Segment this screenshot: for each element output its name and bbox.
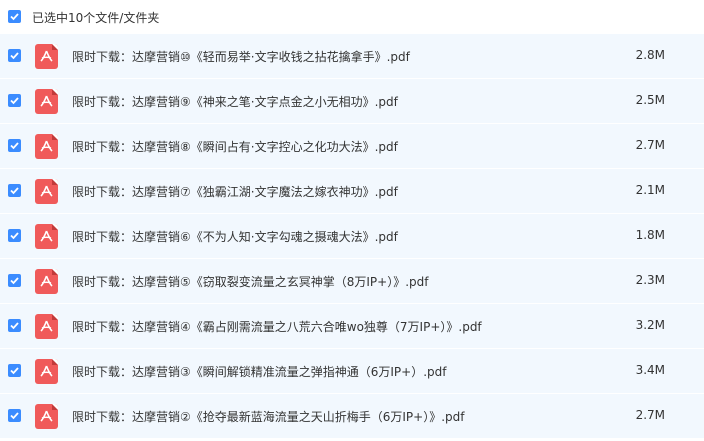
file-name[interactable]: 限时下载：达摩营销⑩《轻而易举·文字收钱之拈花擒拿手》.pdf bbox=[72, 48, 410, 65]
file-row[interactable]: 限时下载：达摩营销②《抢夺最新蓝海流量之天山折梅手（6万IP+）》.pdf 2.… bbox=[0, 394, 704, 439]
check-icon bbox=[10, 142, 19, 150]
file-checkbox[interactable] bbox=[8, 364, 21, 377]
check-icon bbox=[10, 277, 19, 285]
pdf-file-icon bbox=[35, 314, 58, 339]
file-name[interactable]: 限时下载：达摩营销⑦《独霸江湖·文字魔法之嫁衣神功》.pdf bbox=[72, 183, 398, 200]
file-size: 1.8M bbox=[635, 228, 665, 242]
file-row[interactable]: 限时下载：达摩营销⑩《轻而易举·文字收钱之拈花擒拿手》.pdf 2.8M bbox=[0, 34, 704, 79]
file-checkbox[interactable] bbox=[8, 184, 21, 197]
file-checkbox[interactable] bbox=[8, 139, 21, 152]
file-row[interactable]: 限时下载：达摩营销⑥《不为人知·文字勾魂之摄魂大法》.pdf 1.8M bbox=[0, 214, 704, 259]
check-icon bbox=[10, 13, 19, 21]
file-name[interactable]: 限时下载：达摩营销⑧《瞬间占有·文字控心之化功大法》.pdf bbox=[72, 138, 398, 155]
file-checkbox[interactable] bbox=[8, 229, 21, 242]
file-name[interactable]: 限时下载：达摩营销④《霸占刚需流量之八荒六合唯wo独尊（7万IP+）》.pdf bbox=[72, 318, 482, 335]
file-size: 2.1M bbox=[635, 183, 665, 197]
check-icon bbox=[10, 232, 19, 240]
check-icon bbox=[10, 187, 19, 195]
file-size: 2.7M bbox=[635, 408, 665, 422]
pdf-file-icon bbox=[35, 44, 58, 69]
file-row[interactable]: 限时下载：达摩营销⑤《窃取裂变流量之玄冥神掌（8万IP+）》.pdf 2.3M bbox=[0, 259, 704, 304]
check-icon bbox=[10, 52, 19, 60]
check-icon bbox=[10, 412, 19, 420]
check-icon bbox=[10, 367, 19, 375]
pdf-file-icon bbox=[35, 179, 58, 204]
pdf-file-icon bbox=[35, 89, 58, 114]
file-size: 2.7M bbox=[635, 138, 665, 152]
file-size: 2.8M bbox=[635, 48, 665, 62]
file-row[interactable]: 限时下载：达摩营销③《瞬间解锁精准流量之弹指神通（6万IP+）.pdf 3.4M bbox=[0, 349, 704, 394]
file-name[interactable]: 限时下载：达摩营销⑥《不为人知·文字勾魂之摄魂大法》.pdf bbox=[72, 228, 398, 245]
file-name[interactable]: 限时下载：达摩营销⑤《窃取裂变流量之玄冥神掌（8万IP+）》.pdf bbox=[72, 273, 429, 290]
pdf-file-icon bbox=[35, 224, 58, 249]
file-checkbox[interactable] bbox=[8, 409, 21, 422]
check-icon bbox=[10, 322, 19, 330]
file-row[interactable]: 限时下载：达摩营销⑦《独霸江湖·文字魔法之嫁衣神功》.pdf 2.1M bbox=[0, 169, 704, 214]
file-row[interactable]: 限时下载：达摩营销⑨《神来之笔·文字点金之小无相功》.pdf 2.5M bbox=[0, 79, 704, 124]
file-name[interactable]: 限时下载：达摩营销②《抢夺最新蓝海流量之天山折梅手（6万IP+）》.pdf bbox=[72, 408, 465, 425]
file-list: 限时下载：达摩营销⑩《轻而易举·文字收钱之拈花擒拿手》.pdf 2.8M 限时下… bbox=[0, 34, 704, 439]
select-all-checkbox[interactable] bbox=[8, 10, 21, 23]
file-checkbox[interactable] bbox=[8, 274, 21, 287]
selection-count-label: 已选中10个文件/文件夹 bbox=[32, 11, 160, 25]
file-row[interactable]: 限时下载：达摩营销④《霸占刚需流量之八荒六合唯wo独尊（7万IP+）》.pdf … bbox=[0, 304, 704, 349]
file-row[interactable]: 限时下载：达摩营销⑧《瞬间占有·文字控心之化功大法》.pdf 2.7M bbox=[0, 124, 704, 169]
file-size: 3.2M bbox=[635, 318, 665, 332]
file-size: 3.4M bbox=[635, 363, 665, 377]
pdf-file-icon bbox=[35, 404, 58, 429]
file-name[interactable]: 限时下载：达摩营销⑨《神来之笔·文字点金之小无相功》.pdf bbox=[72, 93, 398, 110]
file-size: 2.3M bbox=[635, 273, 665, 287]
file-checkbox[interactable] bbox=[8, 319, 21, 332]
pdf-file-icon bbox=[35, 269, 58, 294]
pdf-file-icon bbox=[35, 134, 58, 159]
file-checkbox[interactable] bbox=[8, 94, 21, 107]
file-name[interactable]: 限时下载：达摩营销③《瞬间解锁精准流量之弹指神通（6万IP+）.pdf bbox=[72, 363, 447, 380]
file-size: 2.5M bbox=[635, 93, 665, 107]
check-icon bbox=[10, 97, 19, 105]
selection-header: 已选中10个文件/文件夹 bbox=[0, 0, 704, 34]
file-checkbox[interactable] bbox=[8, 49, 21, 62]
pdf-file-icon bbox=[35, 359, 58, 384]
